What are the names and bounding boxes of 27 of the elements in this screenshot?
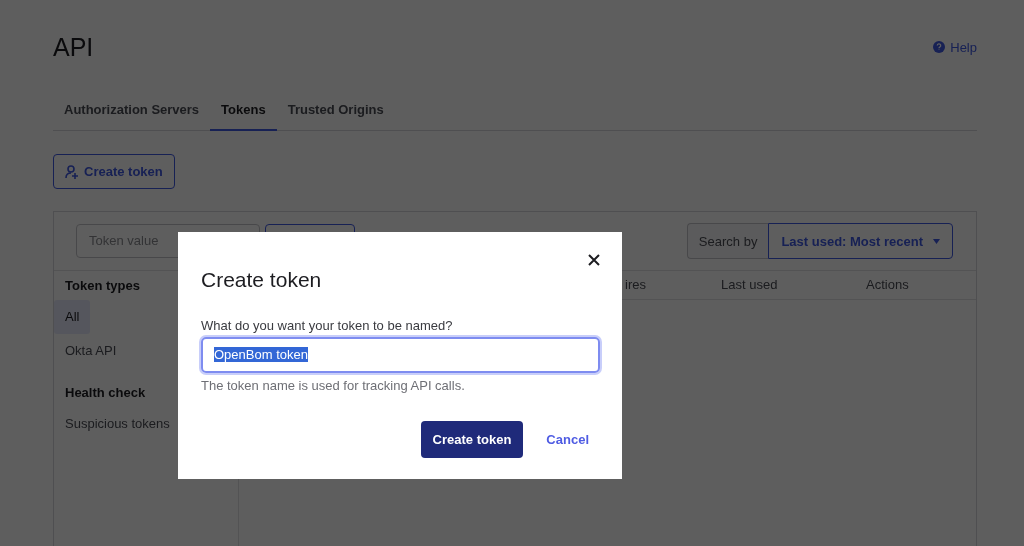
sidebar-item[interactable]: Okta API — [54, 334, 128, 368]
help-icon — [933, 41, 946, 53]
sidebar-heading: Token types — [64, 277, 141, 295]
search-by-label: Search by — [686, 223, 769, 259]
person-plus-icon — [65, 164, 79, 179]
help-link[interactable]: Help — [933, 39, 977, 55]
column-header: Last used — [721, 277, 778, 293]
sidebar-heading: Health check — [64, 384, 147, 402]
sidebar-item[interactable]: Suspicious tokens — [54, 407, 181, 441]
close-icon — [588, 254, 600, 266]
tab[interactable]: Trusted Origins — [276, 92, 395, 131]
page-title: API — [53, 32, 94, 62]
create-token-button[interactable]: Create token — [53, 154, 175, 189]
field-label: What do you want your token to be named? — [201, 318, 454, 333]
column-header: Actions — [866, 277, 909, 293]
tab[interactable]: Tokens — [210, 92, 277, 131]
dialog-title: Create token — [201, 268, 323, 293]
field-hint: The token name is used for tracking API calls. — [201, 378, 466, 393]
create-token-button[interactable]: Create token — [420, 421, 524, 458]
column-header: ires — [625, 277, 646, 293]
token-name-field[interactable]: OpenBom token — [201, 337, 600, 373]
cancel-link[interactable]: Cancel — [546, 432, 589, 447]
search-by-dropdown[interactable]: Last used: Most recent — [768, 223, 953, 259]
caret-icon — [933, 238, 940, 244]
tab[interactable]: Authorization Servers — [53, 92, 211, 131]
sidebar-item[interactable]: All — [54, 300, 91, 334]
close-button[interactable] — [588, 254, 600, 266]
